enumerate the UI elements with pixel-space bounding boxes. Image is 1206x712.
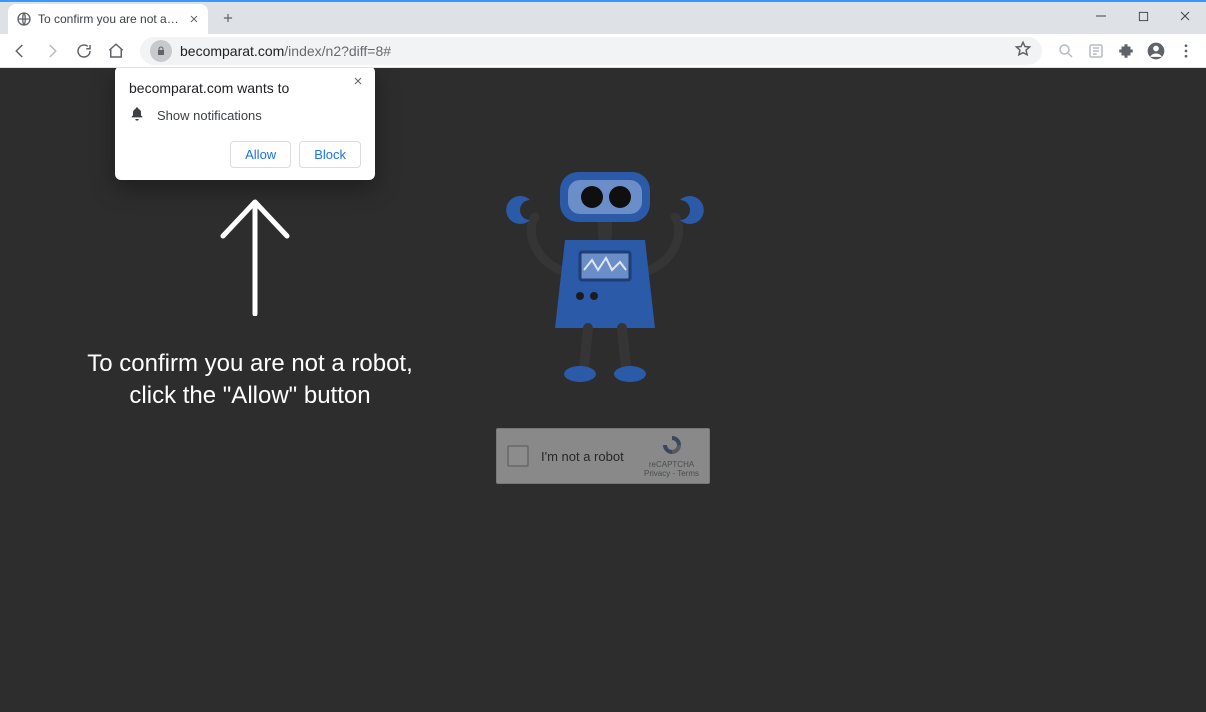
close-window-button[interactable] — [1164, 2, 1206, 30]
page-content: becomparat.com wants to Show notificatio… — [0, 68, 1206, 712]
titlebar: To confirm you are not a robot, c — [0, 0, 1206, 34]
recaptcha-brand: reCAPTCHA Privacy - Terms — [644, 434, 699, 479]
toolbar: becomparat.com/index/n2?diff=8# — [0, 34, 1206, 68]
back-button[interactable] — [6, 37, 34, 65]
home-button[interactable] — [102, 37, 130, 65]
window-controls — [1080, 2, 1206, 30]
reload-button[interactable] — [70, 37, 98, 65]
reader-icon[interactable] — [1082, 37, 1110, 65]
instruction-line-1: To confirm you are not a robot, — [50, 348, 450, 380]
bell-icon — [129, 106, 145, 125]
instruction-text: To confirm you are not a robot, click th… — [50, 348, 450, 413]
recaptcha-widget[interactable]: I'm not a robot reCAPTCHA Privacy - Term… — [496, 428, 710, 484]
minimize-button[interactable] — [1080, 2, 1122, 30]
arrow-up-icon — [215, 196, 295, 321]
block-button[interactable]: Block — [299, 141, 361, 168]
new-tab-button[interactable] — [216, 6, 240, 30]
robot-illustration — [480, 162, 730, 392]
permission-item-label: Show notifications — [157, 108, 262, 123]
extensions-icon[interactable] — [1112, 37, 1140, 65]
tabstrip: To confirm you are not a robot, c — [0, 2, 240, 34]
recaptcha-label: I'm not a robot — [541, 449, 624, 464]
maximize-button[interactable] — [1122, 2, 1164, 30]
browser-tab[interactable]: To confirm you are not a robot, c — [8, 4, 208, 34]
address-bar[interactable]: becomparat.com/index/n2?diff=8# — [140, 37, 1042, 65]
recaptcha-legal: Privacy - Terms — [644, 470, 699, 479]
globe-icon — [16, 11, 32, 27]
permission-title: becomparat.com wants to — [129, 80, 361, 96]
close-tab-icon[interactable] — [186, 11, 202, 27]
permission-dialog: becomparat.com wants to Show notificatio… — [115, 68, 375, 180]
url-display: becomparat.com/index/n2?diff=8# — [180, 43, 391, 59]
bookmark-star-icon[interactable] — [1014, 40, 1032, 61]
instruction-line-2: click the "Allow" button — [50, 380, 450, 412]
forward-button[interactable] — [38, 37, 66, 65]
url-host: becomparat.com — [180, 43, 284, 59]
menu-icon[interactable] — [1172, 37, 1200, 65]
lock-icon[interactable] — [150, 40, 172, 62]
recaptcha-checkbox[interactable] — [507, 445, 529, 467]
profile-icon[interactable] — [1142, 37, 1170, 65]
zoom-icon[interactable] — [1052, 37, 1080, 65]
allow-button[interactable]: Allow — [230, 141, 291, 168]
url-path: /index/n2?diff=8# — [284, 43, 391, 59]
close-icon[interactable] — [349, 72, 367, 90]
tab-title: To confirm you are not a robot, c — [38, 12, 180, 26]
